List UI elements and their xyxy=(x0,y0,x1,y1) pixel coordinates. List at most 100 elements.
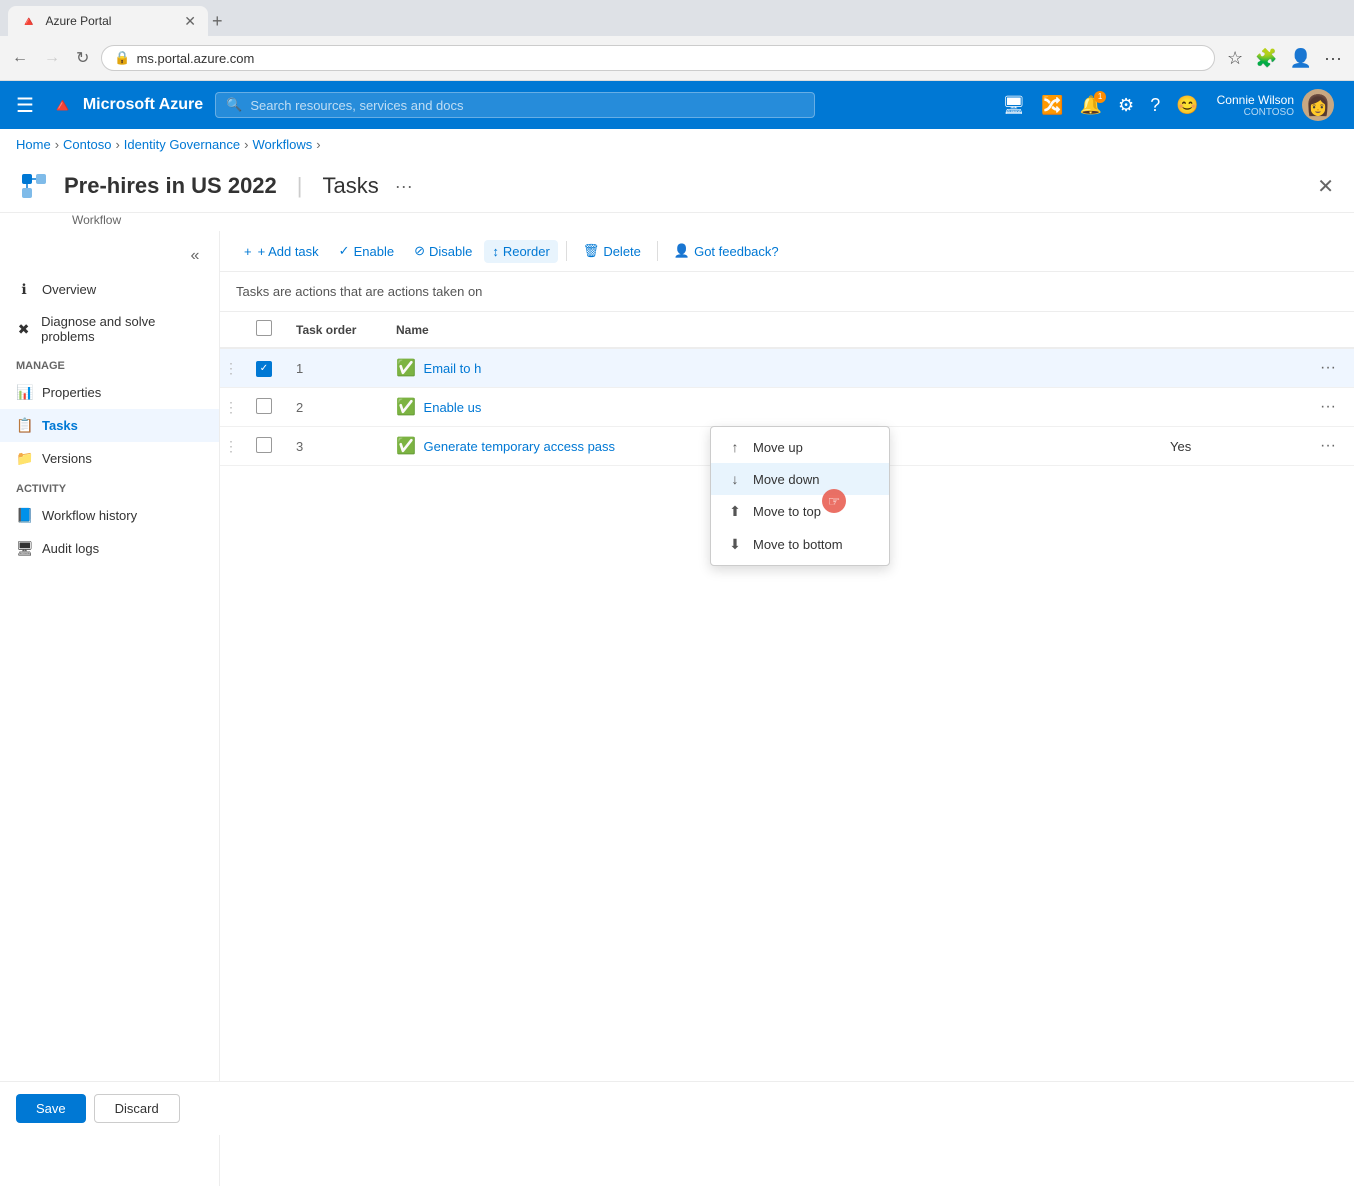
new-tab-button[interactable]: + xyxy=(212,11,223,32)
breadcrumb-sep-1: › xyxy=(55,137,59,152)
sidebar-item-workflow-history[interactable]: 📘 Workflow history xyxy=(0,499,219,532)
bottom-bar: Save Discard xyxy=(0,1081,1354,1135)
sidebar-item-audit-logs[interactable]: 🖥 Audit logs xyxy=(0,532,219,565)
drag-handle-3[interactable]: ⋮ xyxy=(220,427,244,466)
activity-section-label: Activity xyxy=(0,475,219,499)
close-panel-button[interactable]: ✕ xyxy=(1313,170,1338,203)
feedback-button[interactable]: 😊 xyxy=(1170,89,1204,122)
breadcrumb-identity-governance[interactable]: Identity Governance xyxy=(124,137,240,152)
row-checkbox-2[interactable] xyxy=(256,398,272,414)
discard-button[interactable]: Discard xyxy=(94,1094,180,1123)
reorder-move-to-bottom[interactable]: ⬇ Move to bottom xyxy=(711,528,889,561)
add-task-button[interactable]: + + Add task xyxy=(236,240,327,263)
row-order-3: 3 xyxy=(284,427,384,466)
sidebar-item-versions[interactable]: 📁 Versions xyxy=(0,442,219,475)
enable-button[interactable]: ✓ Enable xyxy=(331,239,402,263)
user-profile-menu[interactable]: Connie Wilson CONTOSO 👩 xyxy=(1209,85,1342,125)
row-name-link-3[interactable]: Generate temporary access pass xyxy=(424,439,615,454)
user-profile-browser-button[interactable]: 👤 xyxy=(1286,44,1316,73)
notifications-button[interactable]: 🔔 1 xyxy=(1074,89,1108,122)
sidebar-item-properties[interactable]: 📊 Properties xyxy=(0,376,219,409)
azure-tab-icon: 🔺 xyxy=(20,13,37,30)
row-name-link-2[interactable]: Enable us xyxy=(424,400,482,415)
reorder-move-down[interactable]: ↓ Move down xyxy=(711,463,889,495)
table-row: ⋮ 2 ✅ Enable us ··· xyxy=(220,388,1354,427)
row-enabled-3: Yes xyxy=(1158,427,1302,466)
address-lock-icon: 🔒 xyxy=(114,50,130,66)
sidebar-item-diagnose[interactable]: ✖ Diagnose and solve problems xyxy=(0,306,219,352)
page-more-button[interactable]: ··· xyxy=(391,172,417,201)
search-icon: 🔍 xyxy=(226,97,242,113)
drag-handle-1[interactable]: ⋮ xyxy=(220,348,244,388)
toolbar-sep-1 xyxy=(566,241,567,261)
breadcrumb-workflows[interactable]: Workflows xyxy=(253,137,313,152)
move-down-label: Move down xyxy=(753,472,819,487)
feedback-button[interactable]: 👤 Got feedback? xyxy=(666,239,787,263)
row-order-1: 1 xyxy=(284,348,384,388)
row-checkbox-3[interactable] xyxy=(256,437,272,453)
add-icon: + xyxy=(244,244,252,259)
checkbox-cell-3[interactable] xyxy=(244,427,284,466)
col-actions-header xyxy=(1302,312,1354,348)
hamburger-menu-button[interactable]: ☰ xyxy=(12,89,38,122)
row-status-icon-2: ✅ xyxy=(396,399,416,416)
move-to-bottom-label: Move to bottom xyxy=(753,537,843,552)
sidebar-item-overview-label: Overview xyxy=(42,282,96,297)
disable-button[interactable]: ⊘ Disable xyxy=(406,239,480,263)
nav-back-button[interactable]: ← xyxy=(8,45,32,71)
manage-section-label: Manage xyxy=(0,352,219,376)
help-button[interactable]: ? xyxy=(1144,89,1166,122)
favorites-button[interactable]: ☆ xyxy=(1223,44,1247,73)
row-more-button-1[interactable]: ··· xyxy=(1314,357,1342,379)
azure-search-bar[interactable]: 🔍 xyxy=(215,92,815,118)
drag-handle-2[interactable]: ⋮ xyxy=(220,388,244,427)
row-name-2: ✅ Enable us xyxy=(384,388,1158,427)
cloud-shell-button[interactable]: 🖥 xyxy=(996,89,1031,122)
breadcrumb-home[interactable]: Home xyxy=(16,137,51,152)
select-all-checkbox[interactable] xyxy=(256,320,272,336)
address-bar[interactable]: 🔒 ms.portal.azure.com xyxy=(101,45,1215,71)
sidebar: « ℹ Overview ✖ Diagnose and solve proble… xyxy=(0,231,220,1186)
table-row: ⋮ ✓ 1 ✅ Email to h ··· xyxy=(220,348,1354,388)
search-input[interactable] xyxy=(250,98,804,113)
azure-header: ☰ 🔺 Microsoft Azure 🔍 🖥 🔀 🔔 1 ⚙ ? 😊 Conn… xyxy=(0,81,1354,129)
page-title-area: Pre-hires in US 2022 | Tasks ··· ✕ xyxy=(0,160,1354,213)
directory-button[interactable]: 🔀 xyxy=(1035,89,1069,122)
nav-forward-button[interactable]: → xyxy=(40,45,64,71)
delete-button[interactable]: 🗑 Delete xyxy=(575,239,649,263)
disable-label: Disable xyxy=(429,244,472,259)
breadcrumb-contoso[interactable]: Contoso xyxy=(63,137,111,152)
nav-refresh-button[interactable]: ↻ xyxy=(72,44,93,72)
user-org: CONTOSO xyxy=(1217,107,1294,118)
content-area: + + Add task ✓ Enable ⊘ Disable ↕ Reorde… xyxy=(220,231,1354,1186)
reorder-icon: ↕ xyxy=(492,244,499,259)
reorder-move-up[interactable]: ↑ Move up xyxy=(711,431,889,463)
move-down-icon: ↓ xyxy=(727,471,743,487)
row-more-button-3[interactable]: ··· xyxy=(1314,435,1342,457)
browser-settings-button[interactable]: ··· xyxy=(1320,44,1346,73)
description-text: Tasks are actions that are actions taken… xyxy=(220,272,1354,312)
sidebar-item-versions-label: Versions xyxy=(42,451,92,466)
settings-button[interactable]: ⚙ xyxy=(1112,89,1140,122)
extensions-button[interactable]: 🧩 xyxy=(1251,44,1281,73)
sidebar-item-overview[interactable]: ℹ Overview xyxy=(0,273,219,306)
checkbox-cell-1[interactable]: ✓ xyxy=(244,348,284,388)
table-header-row: Task order Name xyxy=(220,312,1354,348)
checkbox-cell-2[interactable] xyxy=(244,388,284,427)
sidebar-collapse-button[interactable]: « xyxy=(179,243,211,269)
browser-tab-close[interactable]: ✕ xyxy=(184,13,196,30)
row-checkbox-1[interactable]: ✓ xyxy=(256,361,272,377)
toolbar: + + Add task ✓ Enable ⊘ Disable ↕ Reorde… xyxy=(220,231,1354,272)
breadcrumb-sep-4: › xyxy=(316,137,320,152)
save-button[interactable]: Save xyxy=(16,1094,86,1123)
sidebar-item-tasks[interactable]: 📋 Tasks xyxy=(0,409,219,442)
reorder-move-to-top[interactable]: ⬆ Move to top xyxy=(711,495,889,528)
row-more-button-2[interactable]: ··· xyxy=(1314,396,1342,418)
col-drag-header xyxy=(220,312,244,348)
row-name-link-1[interactable]: Email to h xyxy=(424,361,482,376)
col-checkbox-header xyxy=(244,312,284,348)
azure-logo-link[interactable]: 🔺 Microsoft Azure xyxy=(50,93,203,118)
workflow-label: Workflow xyxy=(0,213,1354,231)
reorder-button[interactable]: ↕ Reorder xyxy=(484,240,557,263)
browser-tab-active[interactable]: 🔺 Azure Portal ✕ xyxy=(8,6,208,36)
